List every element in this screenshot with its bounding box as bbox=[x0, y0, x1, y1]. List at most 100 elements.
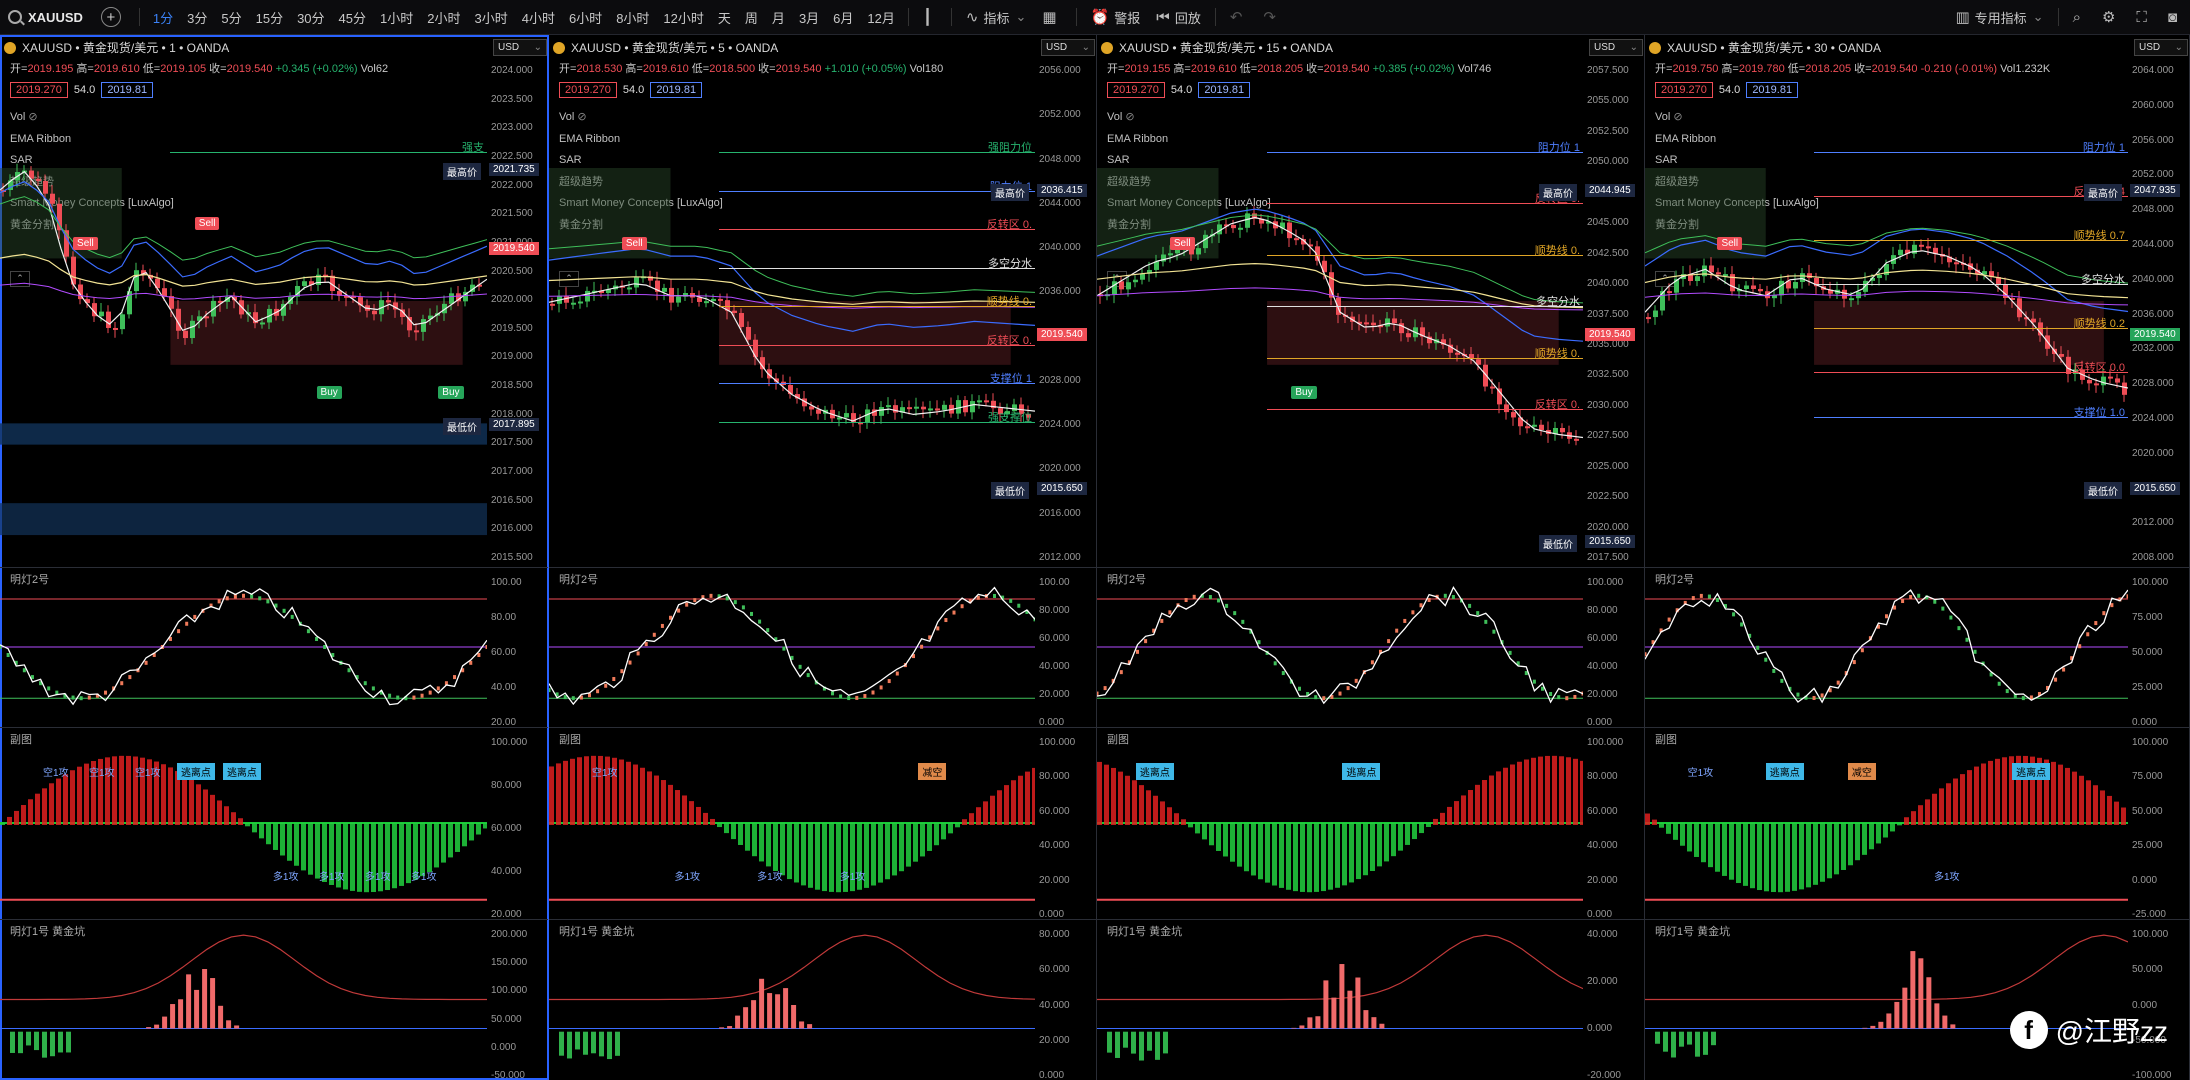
oscillator-dot bbox=[863, 694, 867, 699]
sub-chart[interactable] bbox=[0, 727, 487, 919]
subpane-axis[interactable]: 100.000 80.000 60.000 40.000 20.000 0.000 bbox=[1583, 577, 1644, 737]
interval-6[interactable]: 1小时 bbox=[373, 8, 420, 27]
indicators-button[interactable]: ∿ 指标 ⌄ bbox=[958, 8, 1035, 27]
alerts-button[interactable]: ⏰ 警报 bbox=[1083, 8, 1149, 27]
interval-17[interactable]: 6月 bbox=[826, 8, 860, 27]
oscillator-dot bbox=[1691, 596, 1695, 601]
trend-bar bbox=[1167, 807, 1172, 825]
subpane-tick: 20.000 bbox=[1587, 874, 1618, 886]
subpane-axis[interactable]: 100.00 80.00 60.00 40.00 20.00 bbox=[487, 577, 548, 737]
chart-panel-1[interactable]: XAUUSD • 黄金现货/美元 • 1 • OANDA USD ⌄ 开=2019.… bbox=[0, 35, 549, 1080]
symbol-search[interactable]: XAUUSD bbox=[0, 0, 91, 34]
interval-12[interactable]: 12小时 bbox=[656, 8, 710, 27]
interval-14[interactable]: 周 bbox=[738, 8, 765, 27]
fullscreen-button[interactable]: ⛶ bbox=[2128, 9, 2160, 26]
currency-select[interactable]: USD ⌄ bbox=[1041, 39, 1095, 56]
subpane-axis[interactable]: 100.000 75.000 50.000 25.000 0.000 -25.000 bbox=[2128, 737, 2189, 929]
interval-9[interactable]: 4小时 bbox=[515, 8, 562, 27]
sub-chart[interactable] bbox=[1097, 727, 1583, 919]
interval-10[interactable]: 6小时 bbox=[562, 8, 609, 27]
fib-level-label: 多空分水 bbox=[1536, 296, 1580, 309]
price-tick: 2008.000 bbox=[2132, 552, 2174, 563]
subpane-axis[interactable]: 100.00 80.000 60.000 40.000 20.000 0.000 bbox=[1035, 577, 1096, 737]
trend-bar bbox=[1153, 795, 1158, 825]
oscillator-dot bbox=[693, 598, 697, 603]
interval-18[interactable]: 12月 bbox=[860, 8, 901, 27]
trend-bar bbox=[49, 783, 54, 825]
oscillator-2-chart[interactable] bbox=[549, 567, 1035, 727]
golden-pit-chart[interactable] bbox=[1097, 919, 1583, 1080]
price-tick: 2016.000 bbox=[491, 523, 533, 535]
subpane-tick: 0.000 bbox=[2132, 874, 2158, 886]
replay-button[interactable]: ⏮ 回放 bbox=[1148, 8, 1209, 27]
screenshot-button[interactable]: ◙ bbox=[2160, 9, 2190, 26]
subpane-tick: 60.000 bbox=[1587, 633, 1618, 644]
price-chart[interactable] bbox=[1097, 35, 1583, 567]
oscillator-2-chart[interactable] bbox=[0, 567, 487, 727]
trend-bar bbox=[42, 788, 47, 825]
subpane-axis[interactable]: 100.000 80.000 60.000 40.000 20.000 0.000 bbox=[1035, 737, 1096, 929]
trend-bar bbox=[1258, 823, 1263, 880]
interval-7[interactable]: 2小时 bbox=[420, 8, 467, 27]
special-indicator-button[interactable]: ▥ 专用指标 ⌄ bbox=[1947, 8, 2051, 27]
quick-search-button[interactable]: ⌕ bbox=[2065, 9, 2094, 26]
golden-pit-chart[interactable] bbox=[1645, 919, 2128, 1080]
sub-chart[interactable] bbox=[549, 727, 1035, 919]
trend-bar bbox=[1328, 823, 1333, 890]
candle bbox=[106, 311, 111, 328]
price-chart[interactable] bbox=[0, 35, 487, 567]
price-tag-value: 2015.650 bbox=[1037, 481, 1087, 495]
subpane-axis[interactable]: 200.000 150.000 100.000 50.000 0.000 -50.000 bbox=[487, 929, 548, 1080]
settings-button[interactable]: ⚙ bbox=[2094, 8, 2128, 26]
layout-button[interactable]: ▦ bbox=[1034, 8, 1069, 26]
pit-bar-neg bbox=[1131, 1031, 1136, 1054]
oscillator-dot bbox=[1492, 629, 1496, 634]
interval-5[interactable]: 45分 bbox=[332, 8, 373, 27]
interval-4[interactable]: 30分 bbox=[290, 8, 331, 27]
chart-type-button[interactable]: ┃ bbox=[915, 8, 945, 26]
price-chart[interactable] bbox=[1645, 35, 2128, 567]
trend-bar bbox=[483, 823, 487, 829]
interval-11[interactable]: 8小时 bbox=[609, 8, 656, 27]
interval-16[interactable]: 3月 bbox=[792, 8, 826, 27]
price-axis[interactable]: 2057.5002055.0002052.5002050.0002047.500… bbox=[1583, 65, 1644, 567]
subpane-axis[interactable]: 80.000 60.000 40.000 20.000 0.000 bbox=[1035, 929, 1096, 1080]
trend-bar bbox=[752, 823, 757, 857]
golden-pit-chart[interactable] bbox=[549, 919, 1035, 1080]
interval-0[interactable]: 1分 bbox=[146, 8, 180, 27]
chart-panel-3[interactable]: XAUUSD • 黄金现货/美元 • 15 • OANDA USD ⌄ 开=2019… bbox=[1097, 35, 1645, 1080]
oscillator-2-chart[interactable] bbox=[1097, 567, 1583, 727]
oscillator-dot bbox=[79, 696, 83, 701]
trend-bar bbox=[455, 823, 460, 852]
interval-2[interactable]: 5分 bbox=[214, 8, 248, 27]
oscillator-line bbox=[1645, 589, 2128, 704]
currency-select[interactable]: USD ⌄ bbox=[1589, 39, 1643, 56]
undo-button[interactable]: ↶ bbox=[1222, 8, 1256, 26]
trend-bar bbox=[787, 823, 792, 880]
indicators-icon: ∿ bbox=[965, 9, 979, 26]
chart-panel-2[interactable]: XAUUSD • 黄金现货/美元 • 5 • OANDA USD ⌄ 开=2018.… bbox=[549, 35, 1097, 1080]
trend-bar bbox=[1349, 823, 1354, 883]
currency-select[interactable]: USD ⌄ bbox=[2134, 39, 2188, 56]
redo-button[interactable]: ↷ bbox=[1255, 8, 1289, 26]
sub-chart[interactable] bbox=[1645, 727, 2128, 919]
interval-1[interactable]: 3分 bbox=[180, 8, 214, 27]
interval-3[interactable]: 15分 bbox=[249, 8, 290, 27]
oscillator-2-chart[interactable] bbox=[1645, 567, 2128, 727]
subpane-axis[interactable]: 40.000 20.000 0.000 -20.000 bbox=[1583, 929, 1644, 1080]
trend-bar bbox=[759, 823, 764, 862]
interval-15[interactable]: 月 bbox=[765, 8, 792, 27]
subpane-axis[interactable]: 100.000 75.000 50.000 25.000 0.000 bbox=[2128, 577, 2189, 737]
interval-8[interactable]: 3小时 bbox=[467, 8, 514, 27]
currency-select[interactable]: USD ⌄ bbox=[493, 39, 547, 56]
golden-pit-chart[interactable] bbox=[0, 919, 487, 1080]
subpane-axis[interactable]: 100.000 80.000 60.000 40.000 20.000 bbox=[487, 737, 548, 929]
chart-panel-4[interactable]: XAUUSD • 黄金现货/美元 • 30 • OANDA USD ⌄ 开=2019… bbox=[1645, 35, 2190, 1080]
price-chart[interactable] bbox=[549, 35, 1035, 567]
subpane-axis[interactable]: 100.000 80.000 60.000 40.000 20.000 0.000 bbox=[1583, 737, 1644, 929]
add-symbol-button[interactable]: + bbox=[100, 7, 121, 27]
price-axis[interactable]: 2024.000 2023.500 2023.000 2022.500 2022.000… bbox=[487, 65, 548, 567]
subpane-axis[interactable]: 100.000 50.000 0.000 -50.000 -100.000 bbox=[2128, 929, 2189, 1080]
trend-bar bbox=[885, 823, 890, 880]
interval-13[interactable]: 天 bbox=[711, 8, 738, 27]
